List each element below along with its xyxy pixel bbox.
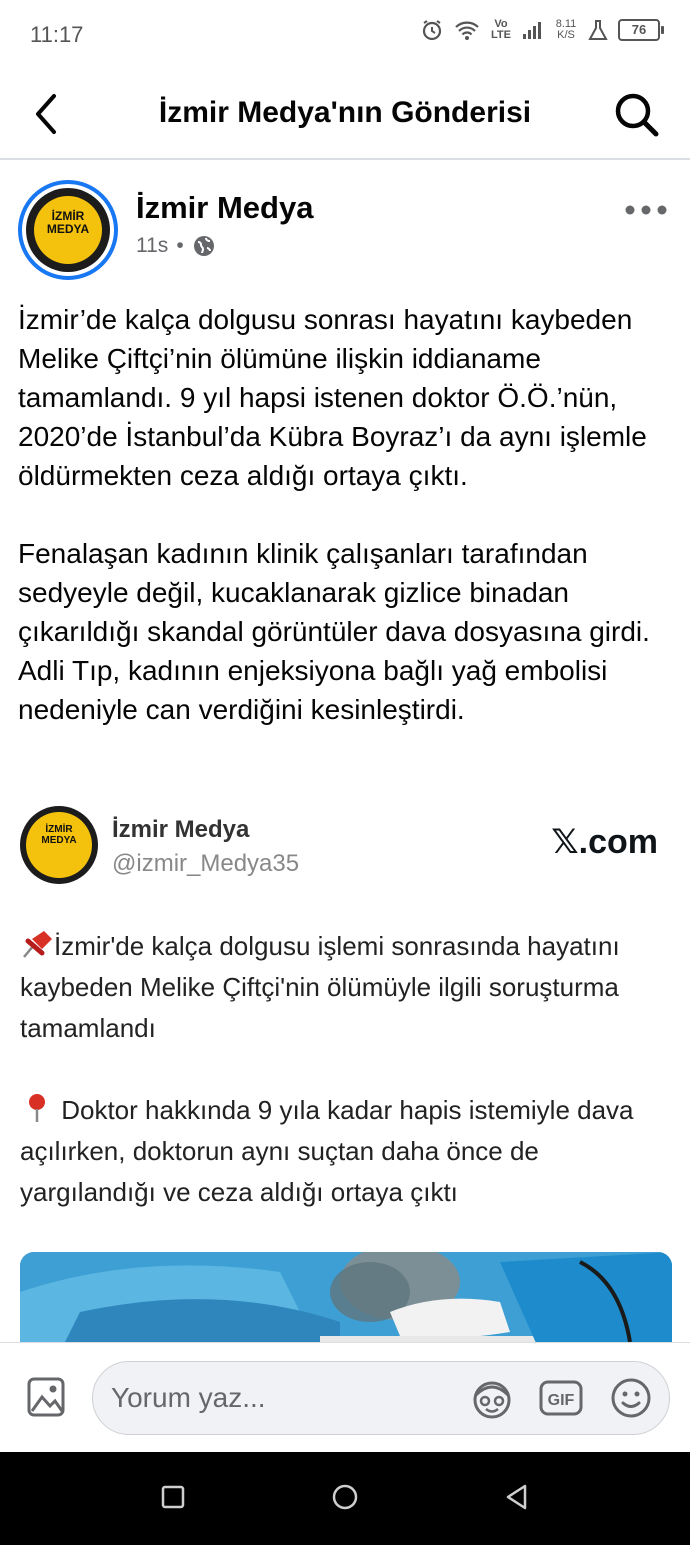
gif-label: GIF <box>548 1392 575 1409</box>
post-meta: 11s • <box>136 234 216 258</box>
tweet-logo-text-line1: İZMİR <box>45 824 73 835</box>
recents-icon <box>161 1485 185 1509</box>
gif-button[interactable]: GIF <box>539 1380 583 1416</box>
post-paragraph: İzmir’de kalça dolgusu sonrası hayatını … <box>18 304 647 491</box>
comment-placeholder: Yorum yaz... <box>111 1382 266 1413</box>
search-button[interactable] <box>612 90 660 138</box>
surgery-photo-illustration <box>20 1252 672 1352</box>
round-pushpin-icon <box>29 1094 45 1122</box>
net-speed: 8.11 K/S <box>555 18 577 41</box>
search-icon <box>615 93 659 137</box>
home-icon <box>332 1484 358 1510</box>
tweet-photo <box>20 1252 672 1352</box>
system-nav-bar <box>0 1452 690 1545</box>
comment-input[interactable]: Yorum yaz... GIF <box>92 1361 670 1435</box>
status-icons: Vo LTE 8.11 K/S 76 <box>420 18 664 42</box>
emoji-icon <box>611 1378 651 1418</box>
avatar-sticker-button[interactable] <box>469 1377 515 1421</box>
wifi-icon <box>455 21 479 40</box>
post-text: İzmir’de kalça dolgusu sonrası hayatını … <box>18 300 678 768</box>
tweet-handle: @izmir_Medya35 <box>112 850 300 877</box>
flask-icon <box>588 20 608 40</box>
status-time: 11:17 <box>30 22 84 47</box>
tweet-author-name: İzmir Medya <box>112 816 250 843</box>
meta-separator: • <box>176 234 184 257</box>
tweet-source: 𝕏.com <box>551 823 658 861</box>
post-time[interactable]: 11s <box>136 234 168 258</box>
tweet-logo-text-line2: MEDYA <box>41 835 77 846</box>
back-triangle-icon <box>506 1484 527 1510</box>
signal-icon <box>523 22 541 39</box>
comment-bar: Yorum yaz... GIF <box>0 1342 690 1453</box>
home-button[interactable] <box>330 1482 360 1512</box>
emoji-button[interactable] <box>609 1376 653 1420</box>
tweet-paragraph: İzmir'de kalça dolgusu işlemi sonrasında… <box>20 931 620 1043</box>
page-title: İzmir Medya'nın Gönderisi <box>158 96 532 129</box>
pushpin-icon <box>23 931 52 958</box>
tweet-avatar: İZMİR MEDYA <box>20 806 98 884</box>
more-options-button[interactable] <box>624 196 668 224</box>
volte-indicator: Vo LTE <box>491 18 511 41</box>
recents-button[interactable] <box>158 1482 188 1512</box>
add-photo-button[interactable] <box>26 1373 66 1421</box>
image-icon <box>27 1377 65 1417</box>
more-dots-icon <box>625 205 667 215</box>
izmir-medya-logo: İZMİR MEDYA <box>26 188 110 272</box>
globe-icon <box>193 236 214 256</box>
post-paragraph: Fenalaşan kadının klinik çalışanları tar… <box>18 538 650 725</box>
battery-indicator: 76 <box>618 19 664 41</box>
logo-text-line2: MEDYA <box>46 222 90 236</box>
author-avatar[interactable]: İZMİR MEDYA <box>18 180 118 280</box>
top-app-bar: İzmir Medya'nın Gönderisi <box>0 68 690 160</box>
tweet-text: İzmir'de kalça dolgusu işlemi sonrasında… <box>20 926 670 1254</box>
alarm-icon <box>422 20 442 41</box>
status-bar: 11:17 Vo LTE 8.11 K/S 76 <box>0 0 690 68</box>
tweet-paragraph: Doktor hakkında 9 yıla kadar hapis istem… <box>20 1095 634 1207</box>
avatar-sticker-icon <box>473 1381 511 1419</box>
author-name[interactable]: İzmir Medya <box>136 190 313 226</box>
gif-icon: GIF <box>539 1380 583 1416</box>
back-nav-button[interactable] <box>502 1482 532 1512</box>
